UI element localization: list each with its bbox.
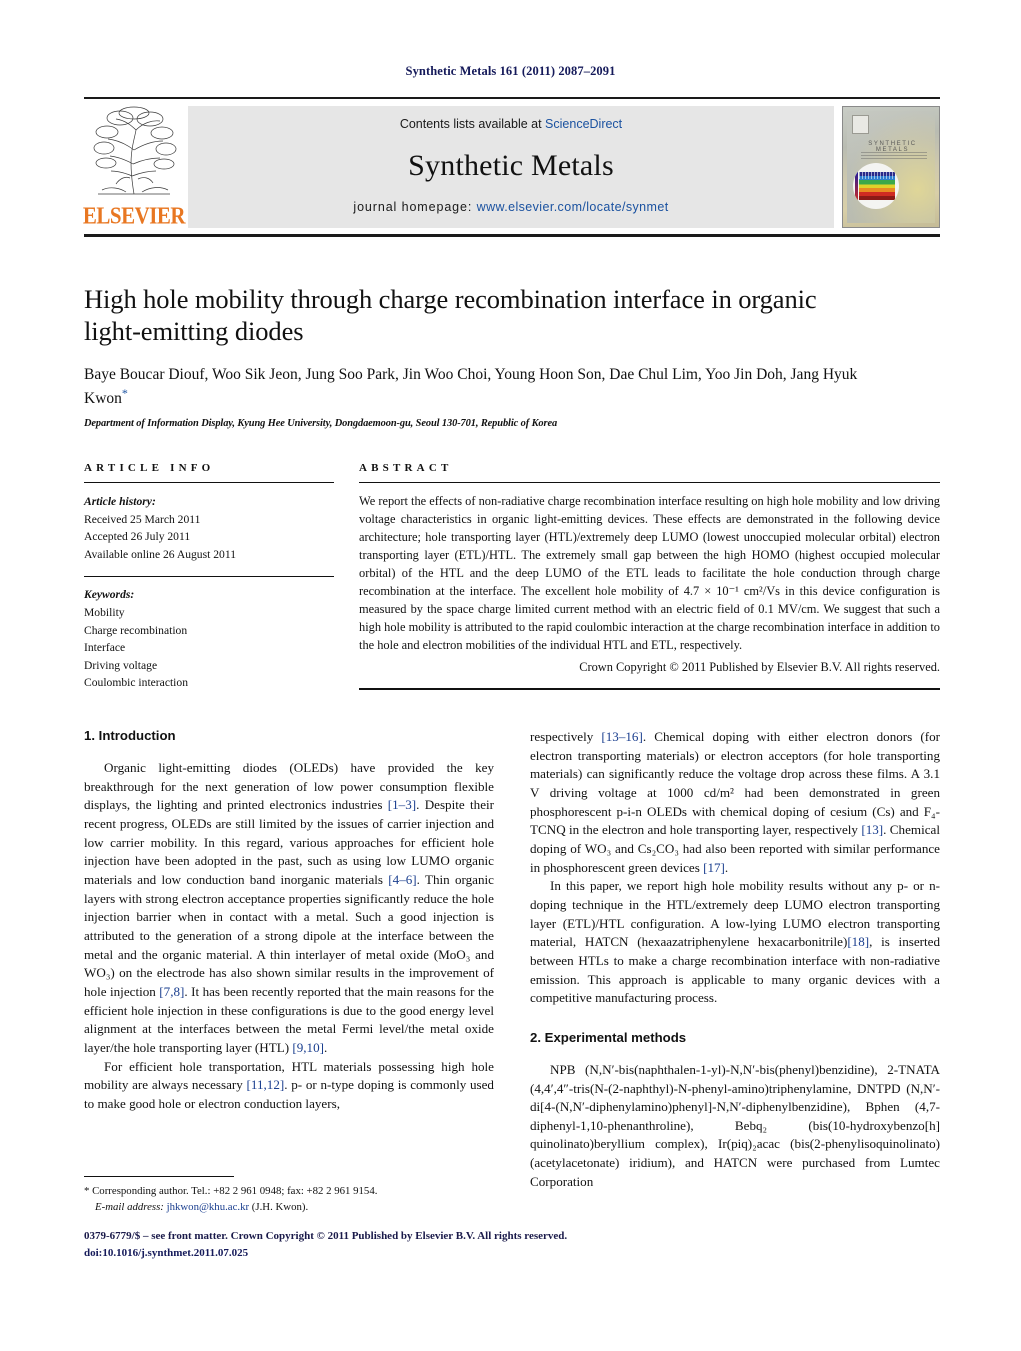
journal-title: Synthetic Metals [408, 148, 614, 182]
body-column-left: 1. Introduction Organic light-emitting d… [84, 728, 494, 1173]
keywords-label: Keywords: [84, 588, 135, 602]
affiliation: Department of Information Display, Kyung… [84, 417, 558, 429]
citation-reference[interactable]: [11,12] [247, 1077, 285, 1092]
body-columns: 1. Introduction Organic light-emitting d… [84, 728, 940, 1189]
keyword-item: Driving voltage [84, 658, 158, 672]
journal-homepage-line: journal homepage: www.elsevier.com/locat… [353, 200, 668, 214]
paragraph: In this paper, we report high hole mobil… [530, 878, 940, 1006]
body-gutter [494, 728, 530, 1173]
article-info-column: ARTICLE INFO Article history: Received 2… [84, 462, 334, 692]
cover-publisher-logo-icon [852, 115, 869, 134]
corresponding-author-marker: * [121, 385, 128, 400]
article-history-label: Article history: [84, 495, 156, 508]
paragraph: NPB (N,N′-bis(naphthalen-1-yl)-N,N′-bis(… [530, 1061, 940, 1189]
history-available-online: Available online 26 August 2011 [84, 547, 236, 561]
article-history-group: Article history: Received 25 March 2011 … [84, 493, 334, 563]
citation-reference[interactable]: [9,10] [292, 1040, 324, 1055]
abstract-rule-top [359, 482, 940, 483]
info-abstract-region: ARTICLE INFO Article history: Received 2… [84, 462, 940, 692]
citation-reference[interactable]: [13] [861, 822, 883, 837]
abstract-text: We report the effects of non-radiative c… [359, 494, 940, 652]
citation-reference[interactable]: [7,8] [159, 984, 184, 999]
section-heading-introduction: 1. Introduction [84, 728, 176, 743]
paragraph: respectively [13–16]. Chemical doping wi… [530, 729, 940, 875]
abstract-copyright: Crown Copyright © 2011 Published by Else… [579, 659, 940, 674]
imprint-front-matter: 0379-6779/$ – see front matter. Crown Co… [84, 1230, 568, 1242]
citation-reference[interactable]: [1–3] [388, 797, 416, 812]
footnote-separator-rule [84, 1176, 234, 1177]
cover-spectrum-graphic [859, 172, 895, 200]
history-received: Received 25 March 2011 [84, 512, 201, 526]
keyword-item: Mobility [84, 606, 125, 620]
footnote-email-label: E-mail address: [95, 1200, 164, 1213]
cover-subtitle-lines [861, 152, 927, 159]
journal-homepage-link[interactable]: www.elsevier.com/locate/synmet [477, 200, 669, 214]
citation-reference[interactable]: [4–6] [388, 872, 416, 887]
keywords-group: Keywords: Mobility Charge recombination … [84, 586, 334, 692]
imprint-doi[interactable]: doi:10.1016/j.synthmet.2011.07.025 [84, 1245, 644, 1262]
cover-artwork: SYNTHETIC METALS [847, 111, 935, 223]
abstract-column: ABSTRACT We report the effects of non-ra… [359, 462, 940, 692]
elsevier-tree-icon [90, 106, 178, 198]
footnote-email-line: E-mail address: jhkwon@khu.ac.kr (J.H. K… [84, 1200, 504, 1216]
cover-circle-inset [853, 163, 899, 209]
abstract-rule-bottom [359, 687, 940, 690]
paragraph: Organic light-emitting diodes (OLEDs) ha… [84, 760, 494, 1055]
column-gutter [334, 462, 359, 692]
body-column-right: respectively [13–16]. Chemical doping wi… [530, 728, 940, 1189]
footnote-corresponding-text: Corresponding author. Tel.: +82 2 961 09… [92, 1185, 378, 1197]
paragraph: For efficient hole transportation, HTL m… [84, 1058, 494, 1111]
author-names: Baye Boucar Diouf, Woo Sik Jeon, Jung So… [84, 365, 858, 407]
footnote-marker: * [84, 1185, 90, 1197]
section-heading-experimental-methods: 2. Experimental methods [530, 1029, 687, 1045]
cover-color-bar [855, 171, 858, 201]
keyword-item: Charge recombination [84, 623, 188, 637]
masthead-top-rule [84, 97, 940, 99]
footnote-email-link[interactable]: jhkwon@khu.ac.kr [167, 1201, 250, 1213]
elsevier-logo: ELSEVIER [82, 106, 188, 230]
footnote-email-owner: (J.H. Kwon). [251, 1200, 309, 1213]
footnote-corresponding-author: * Corresponding author. Tel.: +82 2 961 … [84, 1184, 504, 1200]
journal-masthead: ELSEVIER Contents lists available at Sci… [82, 97, 940, 237]
imprint-block: 0379-6779/$ – see front matter. Crown Co… [84, 1228, 644, 1262]
journal-cover-thumbnail[interactable]: SYNTHETIC METALS [842, 106, 940, 228]
contents-prefix: Contents lists available at [399, 117, 546, 131]
elsevier-wordmark: ELSEVIER [82, 200, 186, 230]
article-info-heading: ARTICLE INFO [84, 462, 215, 474]
homepage-prefix: journal homepage: [353, 200, 477, 214]
masthead-bottom-rule [84, 234, 940, 237]
contents-available-line: Contents lists available at ScienceDirec… [400, 117, 622, 131]
page-title: High hole mobility through charge recomb… [84, 284, 817, 347]
title-block: High hole mobility through charge recomb… [84, 283, 874, 429]
citation-reference[interactable]: [13–16] [601, 729, 642, 744]
footnote-block: * Corresponding author. Tel.: +82 2 961 … [84, 1184, 504, 1216]
paper-page: Synthetic Metals 161 (2011) 2087–2091 EL… [0, 0, 1021, 1351]
author-list: Baye Boucar Diouf, Woo Sik Jeon, Jung So… [84, 364, 874, 409]
citation-reference[interactable]: [17] [703, 860, 725, 875]
abstract-heading: ABSTRACT [359, 462, 453, 474]
keyword-item: Interface [84, 641, 126, 655]
sciencedirect-link[interactable]: ScienceDirect [545, 117, 622, 131]
article-info-rule [84, 482, 334, 483]
running-head: Synthetic Metals 161 (2011) 2087–2091 [405, 64, 616, 78]
keyword-item: Coulombic interaction [84, 676, 188, 690]
journal-band: Contents lists available at ScienceDirec… [188, 106, 834, 228]
keywords-separator-rule [84, 576, 334, 578]
history-accepted: Accepted 26 July 2011 [84, 530, 191, 544]
citation-reference[interactable]: [18] [847, 934, 869, 949]
